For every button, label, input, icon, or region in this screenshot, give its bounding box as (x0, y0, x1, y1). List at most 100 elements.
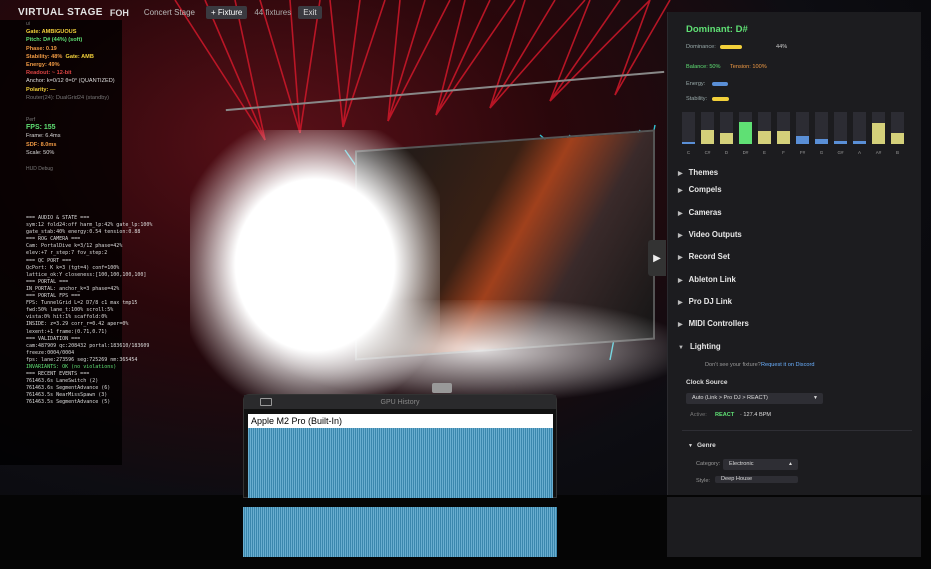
pitch-label: A (857, 150, 861, 155)
play-icon[interactable]: ▶ (648, 240, 666, 276)
panel-reflection (667, 497, 921, 557)
clock-source-select[interactable]: Auto (Link > Pro DJ > REACT) ▼ (686, 393, 823, 404)
log-line: lattice_ok:Y closeness:[100,100,100,100] (26, 271, 147, 278)
balance-value: Balance: 50% (686, 64, 721, 70)
genre-section[interactable]: ▼ Genre (688, 442, 716, 449)
hud-section-ui: ui (26, 21, 30, 27)
active-bpm: · 127.4 BPM (740, 412, 772, 418)
gpu-window-titlebar[interactable]: GPU History (244, 395, 556, 409)
hud-stability: Stability: 48% (26, 53, 63, 60)
dominance-label: Dominance: (686, 44, 716, 50)
section-video-outputs[interactable]: ▶ Video Outputs (678, 230, 742, 239)
active-label: Active: (690, 412, 707, 418)
log-line: 761463.6s LaneSwitch (2) (26, 378, 99, 385)
pitch-bar-slot: A# (872, 112, 885, 155)
dominance-meter: Dominance: 44% (686, 44, 806, 50)
discord-link[interactable]: Request it on Discord (761, 362, 814, 368)
gpu-graph-reflection (243, 507, 557, 557)
clock-source-label: Clock Source (686, 379, 728, 386)
clock-source-value: Auto (Link > Pro DJ > REACT) (692, 395, 768, 401)
pitch-label: C# (704, 150, 711, 155)
hud-phase: Phase: 0.19 (26, 45, 57, 52)
log-line: IN_PORTAL: anchor_k=3 phase=42% (26, 285, 120, 292)
section-label: Compels (688, 185, 722, 194)
hud-section-debug: HUD Debug (26, 166, 53, 173)
section-compels[interactable]: ▶ Compels (678, 185, 722, 194)
log-line: Cam: PortalDive k=3/12 phase=42% (26, 243, 123, 250)
pitch-bar-slot: G (815, 112, 828, 155)
pitch-label: F# (799, 150, 806, 155)
section-label: Lighting (689, 342, 721, 351)
pitch-label: G# (837, 150, 844, 155)
pitch-bar (815, 139, 828, 144)
add-fixture-button[interactable]: + Fixture (205, 6, 248, 19)
stability-meter: Stability: (686, 96, 806, 102)
hud-pitch: Pitch: D# (44%) (soft) (26, 37, 83, 44)
divider (682, 430, 912, 431)
section-label: Record Set (688, 252, 730, 261)
section-label: Themes (688, 168, 719, 177)
section-midi-controllers[interactable]: ▶ MIDI Controllers (678, 319, 749, 328)
active-source: REACT (715, 412, 735, 418)
chevron-down-icon: ▼ (678, 345, 684, 351)
gpu-history-window[interactable]: GPU History Apple M2 Pro (Built-In) (243, 394, 557, 498)
tension-value: Tension: 100% (730, 64, 767, 70)
hud-router: Router(24): DualGrid24 (standby) (26, 94, 110, 101)
hud-readout: Readout: ~ 12-bit (26, 70, 72, 77)
pitch-bar-slot: D# (739, 112, 752, 155)
pitch-bar (758, 131, 771, 144)
section-lighting[interactable]: ▼ Lighting (678, 342, 721, 351)
log-line: QcPort: K k=3 (tgt=4) conf=100% (26, 264, 120, 271)
resize-grip[interactable] (432, 383, 452, 393)
hud-section-perf: Perf (26, 117, 36, 124)
gpu-usage-graph (248, 428, 553, 498)
pitch-label: B (895, 150, 899, 155)
chevron-right-icon: ▶ (678, 278, 683, 284)
stage-toolbar: VIRTUAL STAGE FOH Concert Stage + Fixtur… (18, 4, 322, 21)
log-line: elev:+7 r_step:7 fov_step:2 (26, 250, 108, 257)
chevron-right-icon: ▶ (678, 233, 683, 239)
section-cameras[interactable]: ▶ Cameras (678, 208, 722, 217)
section-themes[interactable]: ▶ Themes (678, 168, 718, 177)
log-line: === QC PORT === (26, 257, 72, 264)
energy-label: Energy: (686, 81, 706, 87)
pitch-bar-slot: C# (701, 112, 714, 155)
pitch-bar-slot: B (891, 112, 904, 155)
pitch-bar (834, 141, 847, 144)
debug-log: === AUDIO & STATE === sym:12 fold24:off h… (26, 215, 206, 407)
monitor-icon (260, 398, 272, 406)
pitch-class-chart: C C# D D# E F F# G G# A A# B (682, 112, 912, 158)
genre-label: Genre (696, 442, 716, 449)
exit-button[interactable]: Exit (298, 6, 322, 19)
pitch-label: G (819, 150, 824, 155)
style-value: Deep House (721, 476, 753, 482)
hud-anchor: Anchor: k=0/12 θ=0° (QUANTIZED) (26, 78, 115, 85)
pitch-bar (796, 136, 809, 144)
log-line: === PORTAL === (26, 278, 69, 285)
section-ableton-link[interactable]: ▶ Ableton Link (678, 275, 736, 284)
category-select[interactable]: Electronic ▲ (723, 459, 798, 470)
pitch-bar (682, 142, 695, 144)
log-line: === ROG CAMERA === (26, 236, 81, 243)
section-pro-dj-link[interactable]: ▶ Pro DJ Link (678, 297, 732, 306)
pitch-bar (853, 141, 866, 144)
chevron-right-icon: ▶ (678, 322, 683, 328)
gpu-window-title: GPU History (380, 398, 420, 406)
log-line: === AUDIO & STATE === (26, 215, 90, 221)
log-line: vista:0% hit:1% scaffold:0% (26, 314, 108, 321)
hud-gate: Gate: AMBIGUOUS (26, 29, 77, 36)
app-title: VIRTUAL STAGE (18, 7, 103, 18)
chevron-right-icon: ▶ (678, 300, 683, 306)
hud-gate-short: Gate: AMB (65, 53, 94, 60)
pitch-bar (777, 131, 790, 144)
view-mode-label[interactable]: FOH (110, 8, 129, 18)
concert-stage-button[interactable]: Concert Stage (140, 6, 199, 19)
section-label: MIDI Controllers (688, 319, 749, 328)
style-select[interactable]: Deep House (715, 476, 798, 483)
section-label: Video Outputs (688, 230, 742, 239)
section-label: Pro DJ Link (688, 297, 732, 306)
log-line: freeze:0004/0004 (26, 349, 75, 356)
pitch-bar (872, 123, 885, 144)
section-record-set[interactable]: ▶ Record Set (678, 252, 730, 261)
log-line: 761463.5s NearMissSpawn (3) (26, 392, 108, 399)
